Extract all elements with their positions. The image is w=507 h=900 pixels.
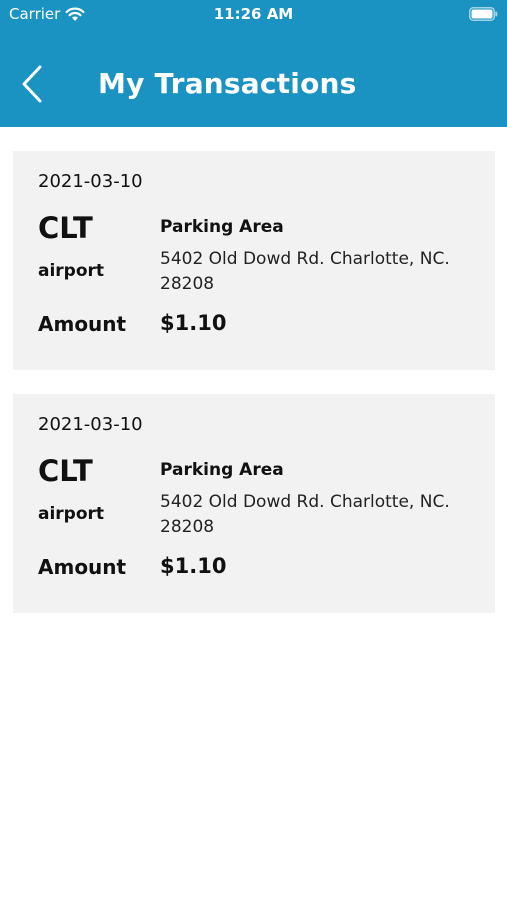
amount-value: $1.10 xyxy=(160,311,227,335)
transaction-card[interactable]: 2021-03-10 CLT airport Parking Area 5402… xyxy=(13,394,495,613)
parking-address: 5402 Old Dowd Rd. Charlotte, NC. 28208 xyxy=(160,249,450,294)
airport-code: CLT xyxy=(38,211,93,245)
page-title: My Transactions xyxy=(98,67,357,100)
status-time: 11:26 AM xyxy=(213,5,294,23)
transaction-date: 2021-03-10 xyxy=(38,171,143,192)
location-type: airport xyxy=(38,504,105,524)
parking-address: 5402 Old Dowd Rd. Charlotte, NC. 28208 xyxy=(160,492,450,537)
airport-code: CLT xyxy=(38,454,93,488)
transaction-date: 2021-03-10 xyxy=(38,414,143,435)
amount-label: Amount xyxy=(38,312,127,336)
amount-label: Amount xyxy=(38,555,127,579)
status-bar: Carrier 11:26 AM xyxy=(0,0,507,30)
location-type: airport xyxy=(38,261,105,281)
parking-area-name: Parking Area xyxy=(160,460,284,480)
parking-area-name: Parking Area xyxy=(160,217,284,237)
amount-value: $1.10 xyxy=(160,554,227,578)
back-button[interactable] xyxy=(10,62,54,106)
transaction-list: 2021-03-10 CLT airport Parking Area 5402… xyxy=(13,151,495,637)
nav-header: Carrier 11:26 AM My Transactions xyxy=(0,0,507,127)
chevron-left-icon xyxy=(22,65,42,103)
transaction-card[interactable]: 2021-03-10 CLT airport Parking Area 5402… xyxy=(13,151,495,370)
battery-icon xyxy=(469,7,498,21)
